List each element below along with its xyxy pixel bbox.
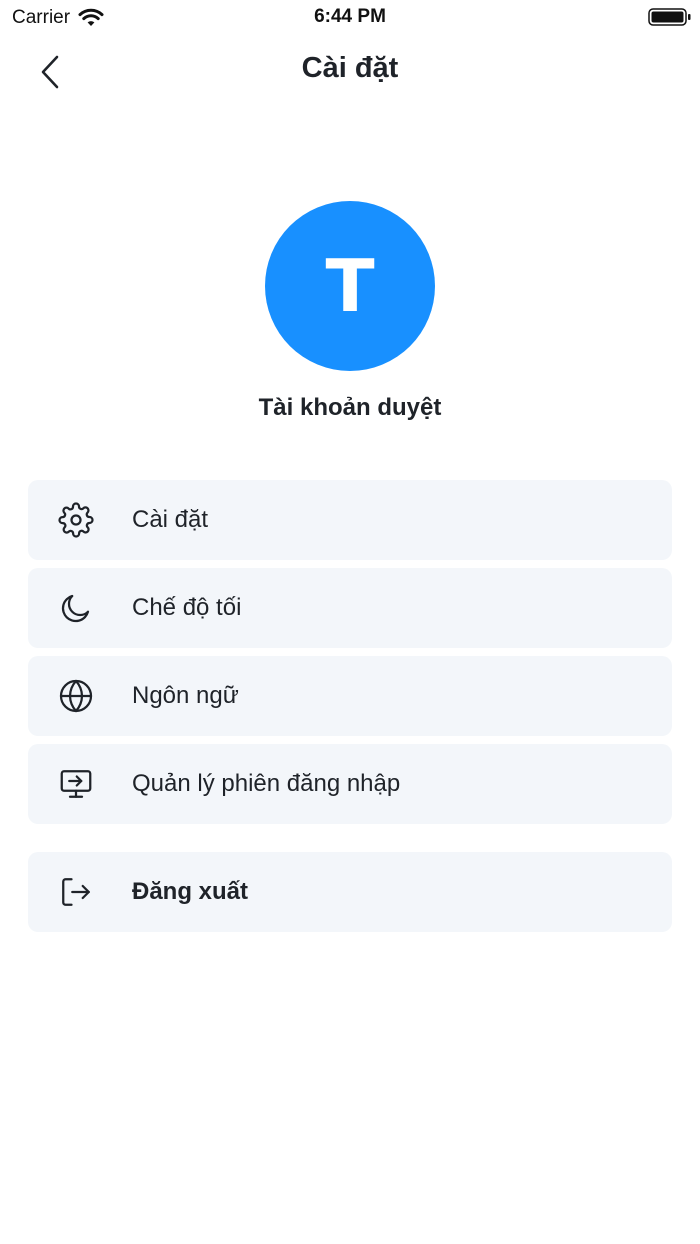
gear-icon [58, 502, 94, 538]
moon-icon [58, 590, 94, 626]
monitor-icon [58, 766, 94, 802]
logout-button[interactable]: Đăng xuất [28, 852, 672, 932]
menu-item-dark-mode[interactable]: Chế độ tối [28, 568, 672, 648]
status-time: 6:44 PM [314, 6, 386, 27]
avatar-initial: T [325, 244, 375, 328]
avatar: T [265, 201, 435, 371]
page-title: Cài đặt [301, 52, 399, 84]
nav-bar: Cài đặt [0, 40, 700, 104]
logout-label: Đăng xuất [132, 878, 249, 905]
menu-item-label: Cài đặt [132, 506, 209, 533]
menu-item-label: Chế độ tối [132, 594, 242, 621]
status-bar: Carrier 6:44 PM [0, 0, 700, 36]
logout-icon [58, 874, 94, 910]
menu-item-settings[interactable]: Cài đặt [28, 480, 672, 560]
menu-item-label: Ngôn ngữ [132, 682, 239, 709]
settings-menu: Cài đặt Chế độ tối Ngôn ngữ Quản lý phiê… [28, 480, 672, 832]
account-name: Tài khoản duyệt [258, 394, 442, 421]
battery-icon [648, 7, 692, 27]
globe-icon [58, 678, 94, 714]
logout-section: Đăng xuất [28, 852, 672, 940]
menu-item-language[interactable]: Ngôn ngữ [28, 656, 672, 736]
menu-item-label: Quản lý phiên đăng nhập [132, 770, 401, 797]
menu-item-sessions[interactable]: Quản lý phiên đăng nhập [28, 744, 672, 824]
